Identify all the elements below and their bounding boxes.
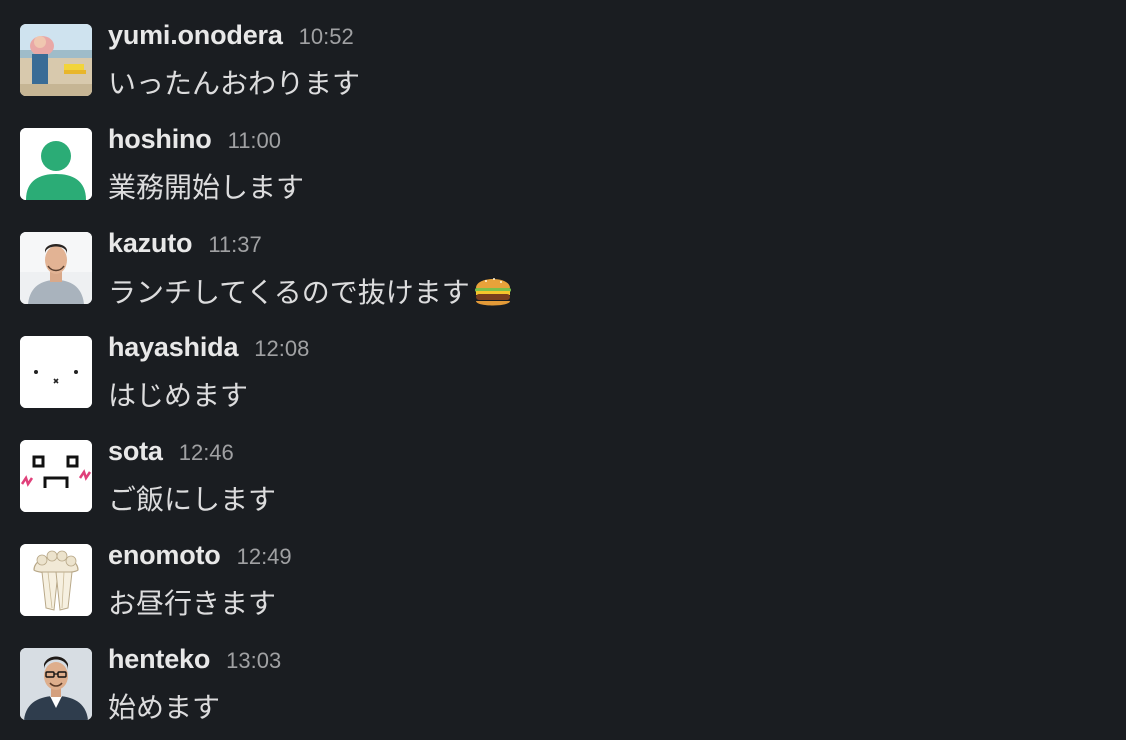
message-item: hayashida 12:08 はじめます [0,332,1126,440]
message-body: 始めます [108,691,221,724]
username[interactable]: yumi.onodera [108,20,283,51]
username[interactable]: hoshino [108,124,212,155]
message-text: 始めます [108,686,220,726]
message-text: ランチしてくるので抜けます [108,270,514,312]
avatar[interactable] [20,544,92,616]
message-body: ご飯にします [108,483,277,516]
avatar[interactable] [20,24,92,96]
avatar[interactable] [20,440,92,512]
message-feed: yumi.onodera 10:52 いったんおわります hoshino 11:… [0,0,1126,740]
username[interactable]: kazuto [108,228,193,259]
simple-face-avatar-icon [20,336,92,408]
message-body: いったんおわります [108,67,361,100]
username[interactable]: sota [108,436,163,467]
message-header: hoshino 11:00 [108,124,281,160]
username[interactable]: enomoto [108,540,221,571]
message-text: 業務開始します [108,166,304,206]
message-text: ご飯にします [108,478,276,518]
message-item: hoshino 11:00 業務開始します [0,124,1126,232]
portrait-photo-avatar-icon [20,648,92,720]
message-header: yumi.onodera 10:52 [108,20,354,56]
message-item: yumi.onodera 10:52 いったんおわります [0,20,1126,128]
message-header: henteko 13:03 [108,644,281,680]
avatar[interactable] [20,128,92,200]
message-header: kazuto 11:37 [108,228,262,264]
avatar[interactable] [20,232,92,304]
message-header: sota 12:46 [108,436,234,472]
avatar[interactable] [20,648,92,720]
message-header: enomoto 12:49 [108,540,292,576]
timestamp[interactable]: 13:03 [226,648,281,674]
message-body: ランチしてくるので抜けます [108,276,470,309]
avatar[interactable] [20,336,92,408]
timestamp[interactable]: 11:37 [208,232,261,258]
timestamp[interactable]: 12:49 [237,544,292,570]
message-item: sota 12:46 ご飯にします [0,436,1126,544]
default-person-avatar-icon [20,128,92,200]
timestamp[interactable]: 12:46 [179,440,234,466]
message-item: kazuto 11:37 ランチしてくるので抜けます [0,228,1126,336]
timestamp[interactable]: 11:00 [228,128,281,154]
message-item: henteko 13:03 始めます [0,644,1126,740]
timestamp[interactable]: 12:08 [254,336,309,362]
message-body: 業務開始します [108,171,305,204]
beach-photo-avatar-icon [20,24,92,96]
username[interactable]: henteko [108,644,210,675]
message-item: enomoto 12:49 お昼行きます [0,540,1126,648]
mushroom-avatar-icon [20,544,92,616]
doodle-face-avatar-icon [20,440,92,512]
portrait-photo-avatar-icon [20,232,92,304]
hamburger-icon [472,270,514,312]
message-body: はじめます [108,379,249,412]
message-header: hayashida 12:08 [108,332,309,368]
message-text: お昼行きます [108,582,276,622]
username[interactable]: hayashida [108,332,238,363]
timestamp[interactable]: 10:52 [299,24,354,50]
message-text: いったんおわります [108,62,360,102]
message-body: お昼行きます [108,587,277,620]
message-text: はじめます [108,374,248,414]
